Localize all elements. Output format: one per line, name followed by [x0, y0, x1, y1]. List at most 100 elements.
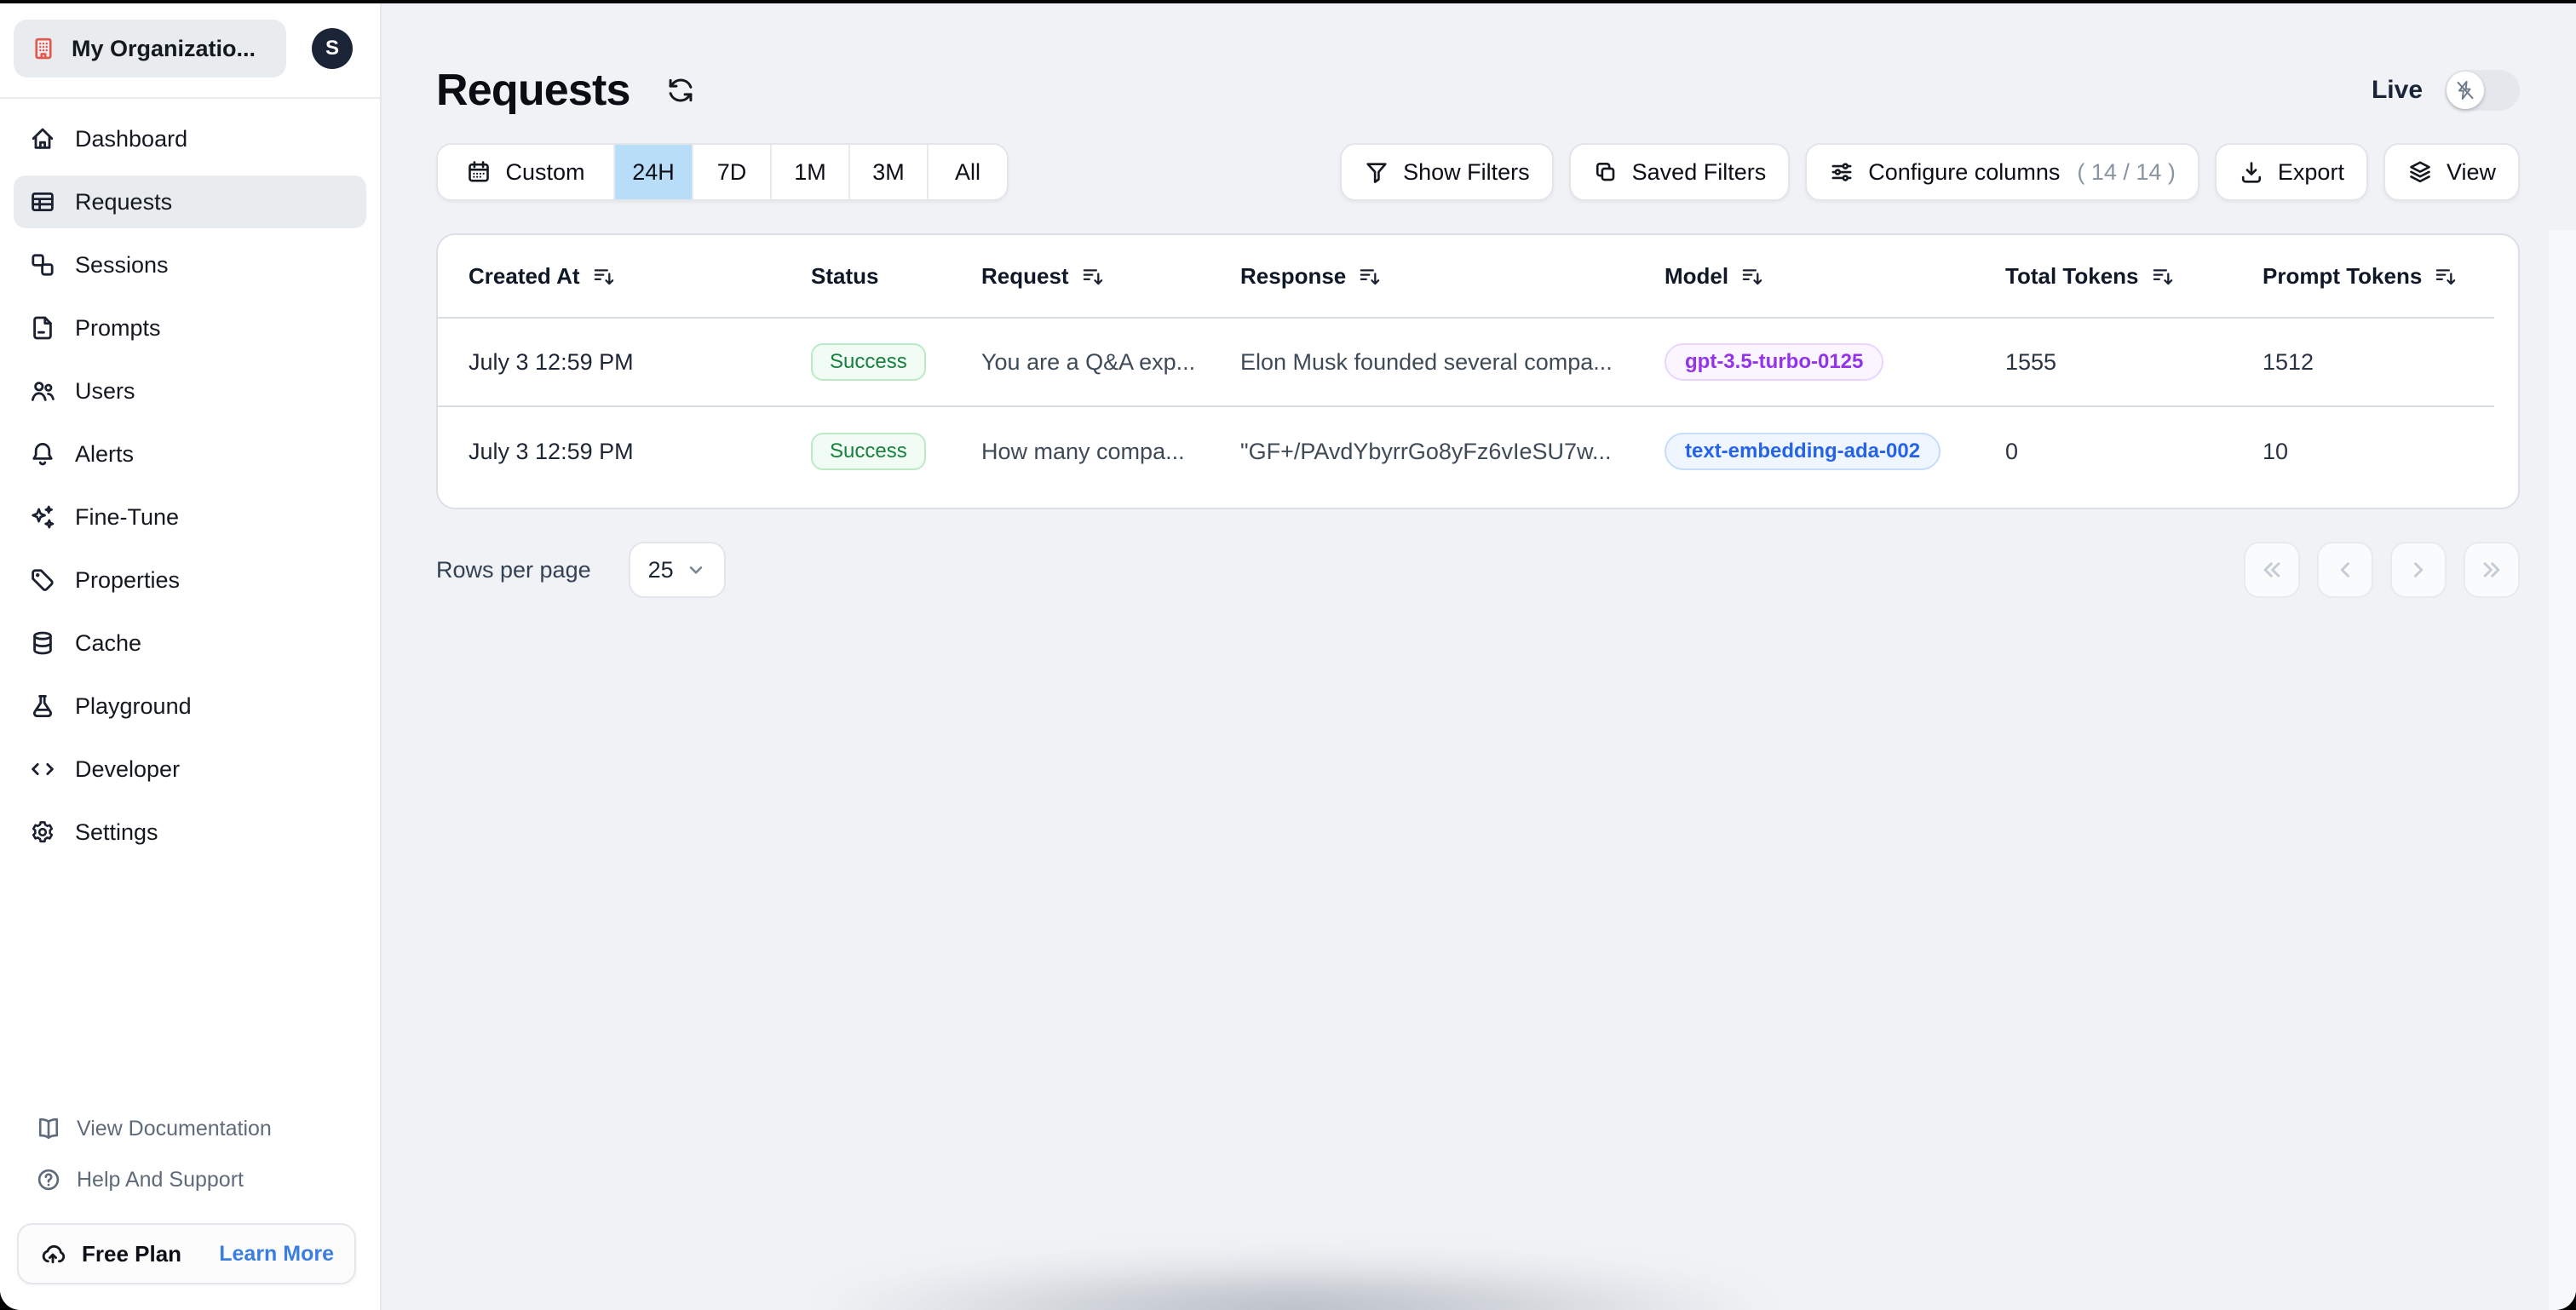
refresh-icon	[666, 76, 695, 105]
sort-icon	[592, 264, 616, 288]
time-range-1m[interactable]: 1M	[772, 145, 850, 199]
org-name: My Organizatio...	[72, 35, 256, 61]
calendar-icon	[466, 159, 492, 185]
layers-icon	[2407, 159, 2433, 185]
sort-icon	[2151, 264, 2175, 288]
sidebar-footer-links: View Documentation Help And Support	[0, 1116, 380, 1223]
document-icon	[29, 314, 56, 342]
requests-table: Created At Status Request Response Model	[436, 233, 2520, 509]
gear-icon	[29, 819, 56, 846]
plan-label: Free Plan	[82, 1240, 182, 1267]
column-header-model[interactable]: Model	[1665, 263, 2005, 290]
last-page-button[interactable]	[2464, 542, 2520, 598]
toolbar-buttons: Show Filters Saved Filters Configure col…	[1340, 143, 2520, 201]
time-range-all[interactable]: All	[929, 145, 1007, 199]
page-title: Requests	[436, 66, 630, 115]
org-switcher-button[interactable]: My Organizatio...	[14, 20, 286, 78]
scrollbar-gutter[interactable]	[2549, 230, 2576, 1310]
chevron-left-icon	[2333, 558, 2357, 582]
question-circle-icon	[36, 1167, 61, 1192]
chevrons-right-icon	[2480, 558, 2504, 582]
sidebar-item-fine-tune[interactable]: Fine-Tune	[14, 491, 366, 543]
tag-icon	[29, 566, 56, 594]
previous-page-button[interactable]	[2317, 542, 2373, 598]
sidebar-item-playground[interactable]: Playground	[14, 680, 366, 733]
sidebar-item-dashboard[interactable]: Dashboard	[14, 112, 366, 165]
rows-per-page-label: Rows per page	[436, 556, 591, 583]
bottom-shadow	[620, 1238, 1966, 1310]
live-label: Live	[2371, 76, 2423, 104]
bolt-slash-icon	[2447, 72, 2484, 109]
sidebar-item-developer[interactable]: Developer	[14, 743, 366, 796]
sort-icon	[2434, 264, 2458, 288]
sidebar-item-cache[interactable]: Cache	[14, 617, 366, 669]
download-icon	[2239, 159, 2264, 185]
code-icon	[29, 756, 56, 783]
users-icon	[29, 377, 56, 405]
sort-icon	[1740, 264, 1764, 288]
book-icon	[36, 1116, 61, 1141]
table-row[interactable]: July 3 12:59 PM Success How many compa..…	[438, 407, 2494, 496]
sidebar-item-properties[interactable]: Properties	[14, 554, 366, 606]
refresh-button[interactable]	[659, 69, 702, 112]
main-content: Requests Live Custom 24H 7D 1M 3M All Sh…	[382, 3, 2576, 1310]
pagination-row: Rows per page 25	[436, 542, 2520, 598]
column-header-status[interactable]: Status	[811, 263, 981, 290]
sessions-icon	[29, 251, 56, 279]
toolbar-row: Custom 24H 7D 1M 3M All Show Filters Sav…	[436, 143, 2520, 201]
sidebar-item-sessions[interactable]: Sessions	[14, 238, 366, 291]
rows-per-page-select[interactable]: 25	[628, 542, 726, 598]
sidebar: My Organizatio... S Dashboard Requests S…	[0, 0, 382, 1310]
status-badge: Success	[811, 433, 926, 470]
funnel-icon	[1364, 159, 1389, 185]
table-icon	[29, 188, 56, 215]
time-range-3m[interactable]: 3M	[850, 145, 929, 199]
view-documentation-link[interactable]: View Documentation	[36, 1116, 380, 1141]
column-header-response[interactable]: Response	[1240, 263, 1665, 290]
copy-icon	[1593, 159, 1619, 185]
sparkles-icon	[29, 503, 56, 531]
sidebar-item-users[interactable]: Users	[14, 365, 366, 417]
sliders-icon	[1829, 159, 1854, 185]
model-badge: text-embedding-ada-002	[1665, 433, 1941, 470]
show-filters-button[interactable]: Show Filters	[1340, 143, 1554, 201]
sidebar-header: My Organizatio... S	[0, 0, 380, 99]
column-header-created-at[interactable]: Created At	[469, 263, 811, 290]
plan-box[interactable]: Free Plan Learn More	[17, 1223, 356, 1284]
column-header-request[interactable]: Request	[981, 263, 1240, 290]
export-button[interactable]: Export	[2214, 143, 2368, 201]
configure-columns-button[interactable]: Configure columns ( 14 / 14 )	[1805, 143, 2199, 201]
app-root: My Organizatio... S Dashboard Requests S…	[0, 0, 2576, 1310]
sidebar-item-alerts[interactable]: Alerts	[14, 428, 366, 480]
saved-filters-button[interactable]: Saved Filters	[1568, 143, 1791, 201]
sidebar-nav: Dashboard Requests Sessions Prompts User…	[0, 99, 380, 872]
sidebar-item-settings[interactable]: Settings	[14, 806, 366, 859]
sort-icon	[1081, 264, 1105, 288]
cloud-upload-icon	[39, 1240, 66, 1267]
sort-icon	[1358, 264, 1382, 288]
pagination-buttons	[2244, 542, 2520, 598]
beaker-icon	[29, 692, 56, 720]
view-button[interactable]: View	[2383, 143, 2520, 201]
column-header-prompt-tokens[interactable]: Prompt Tokens	[2263, 263, 2494, 290]
database-icon	[29, 629, 56, 657]
time-range-7d[interactable]: 7D	[693, 145, 772, 199]
table-header-row: Created At Status Request Response Model	[438, 235, 2494, 319]
chevron-right-icon	[2406, 558, 2430, 582]
window-top-edge	[0, 0, 2576, 3]
column-header-total-tokens[interactable]: Total Tokens	[2005, 263, 2263, 290]
sidebar-item-requests[interactable]: Requests	[14, 175, 366, 228]
title-row: Requests Live	[436, 61, 2520, 119]
help-and-support-link[interactable]: Help And Support	[36, 1167, 380, 1192]
first-page-button[interactable]	[2244, 542, 2300, 598]
sidebar-item-prompts[interactable]: Prompts	[14, 302, 366, 354]
time-range-24h[interactable]: 24H	[615, 145, 693, 199]
chevrons-left-icon	[2260, 558, 2284, 582]
time-range-custom[interactable]: Custom	[438, 145, 615, 199]
avatar[interactable]: S	[312, 28, 353, 69]
next-page-button[interactable]	[2390, 542, 2447, 598]
learn-more-link[interactable]: Learn More	[219, 1242, 334, 1267]
live-toggle-group: Live	[2372, 70, 2520, 111]
live-toggle[interactable]	[2445, 70, 2520, 111]
table-row[interactable]: July 3 12:59 PM Success You are a Q&A ex…	[438, 319, 2494, 407]
